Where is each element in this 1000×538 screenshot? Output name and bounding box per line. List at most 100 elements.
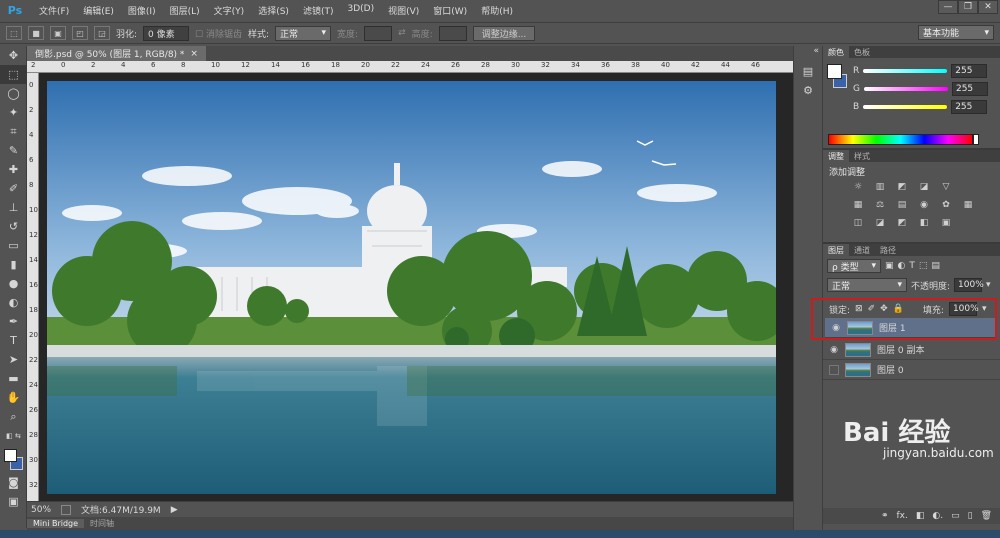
channel-slider-g[interactable] [863, 87, 948, 91]
gradient-tool-icon[interactable]: ▮ [0, 255, 27, 274]
status-menu-arrow-icon[interactable]: ▶ [171, 505, 178, 515]
tab-layers-0[interactable]: 图层 [823, 244, 849, 256]
fill-input[interactable]: 100% [948, 302, 979, 316]
refine-edge-button[interactable]: 调整边缘... [472, 25, 536, 41]
brush-tool-icon[interactable]: ✐ [0, 179, 27, 198]
menu-item-3[interactable]: 图层(L) [163, 4, 207, 17]
path-selection-tool-icon[interactable]: ➤ [0, 350, 27, 369]
pixel-filter-icon[interactable]: ▣ [885, 261, 894, 271]
antialias-checkbox[interactable]: ☐ 消除锯齿 [195, 27, 242, 40]
link-layers-icon[interactable]: ⚭ [881, 511, 889, 521]
bottom-tab-1[interactable]: 时间轴 [84, 518, 120, 529]
stamp-tool-icon[interactable]: ⊥ [0, 198, 27, 217]
minimize-icon[interactable]: — [938, 0, 958, 14]
pen-tool-icon[interactable]: ✒ [0, 312, 27, 331]
close-window-icon[interactable]: ✕ [978, 0, 998, 14]
feather-input[interactable]: 0 像素 [143, 25, 190, 41]
healing-tool-icon[interactable]: ✚ [0, 160, 27, 179]
layer-row[interactable]: ◉ 图层 1 [825, 318, 995, 338]
history-brush-tool-icon[interactable]: ↺ [0, 217, 27, 236]
adjustment-icon[interactable]: ▦ [961, 199, 975, 211]
white-swatch[interactable] [973, 134, 979, 145]
adjustment-icon[interactable]: ◪ [873, 217, 887, 229]
adjustment-icon[interactable]: ◧ [917, 217, 931, 229]
quick-mask-icon[interactable]: ◙ [0, 473, 27, 492]
default-colors-icon[interactable]: ◧ ⇆ [0, 426, 27, 445]
adjustment-icon[interactable]: ▣ [939, 217, 953, 229]
channel-slider-b[interactable] [863, 105, 948, 109]
eye-hidden-icon[interactable] [829, 364, 839, 375]
adjustment-icon[interactable]: ✿ [939, 199, 953, 211]
opacity-input[interactable]: 100% [954, 278, 984, 292]
new-adjustment-icon[interactable]: ◐. [932, 511, 943, 521]
lock-position-icon[interactable]: ✥ [880, 304, 888, 314]
workspace-select[interactable]: 基本功能 ▾ [918, 25, 994, 40]
add-mask-icon[interactable]: ◧ [916, 511, 925, 521]
adjustment-icon[interactable]: ▤ [895, 199, 909, 211]
menu-item-6[interactable]: 滤镜(T) [296, 4, 341, 17]
ruler-vertical[interactable]: 0 2 4 6 8 10 12 14 16 18 20 22 24 26 28 30 32 [27, 73, 39, 501]
hand-tool-icon[interactable]: ✋ [0, 388, 27, 407]
intersect-selection-icon[interactable]: ◲ [94, 26, 110, 40]
channel-value-g[interactable]: 255 [951, 82, 988, 96]
magic-wand-tool-icon[interactable]: ✦ [0, 103, 27, 122]
adjustment-icon[interactable]: ◉ [917, 199, 931, 211]
menu-item-4[interactable]: 文字(Y) [207, 4, 252, 17]
zoom-tool-icon[interactable]: ⌕ [0, 407, 27, 426]
layer-row[interactable]: 图层 0 [823, 360, 1000, 380]
shape-tool-icon[interactable]: ▬ [0, 369, 27, 388]
add-selection-icon[interactable]: ▣ [50, 26, 66, 40]
eraser-tool-icon[interactable]: ▭ [0, 236, 27, 255]
adjustment-icon[interactable]: ⚖ [873, 199, 887, 211]
adjustment-icon[interactable]: ◫ [851, 217, 865, 229]
adjustment-icon[interactable]: ◪ [917, 181, 931, 193]
color-spectrum-bar[interactable] [828, 134, 973, 145]
height-input[interactable] [438, 25, 467, 41]
screen-mode-icon[interactable]: ▣ [0, 492, 27, 511]
crop-tool-icon[interactable]: ⌗ [0, 122, 27, 141]
ruler-horizontal[interactable]: 2 0 2 4 6 8 10 12 14 16 18 20 22 24 26 28 30 32 34 36 38 40 42… [27, 61, 793, 73]
tab-color-1[interactable]: 色板 [849, 46, 875, 58]
close-icon[interactable]: × [190, 49, 198, 59]
adjustment-icon[interactable]: ☼ [851, 181, 865, 193]
tab-layers-2[interactable]: 路径 [875, 244, 901, 256]
move-tool-icon[interactable]: ✥ [0, 46, 27, 65]
marquee-preset-icon[interactable]: ⬚ [6, 26, 22, 40]
blur-tool-icon[interactable]: ● [0, 274, 27, 293]
eye-icon[interactable]: ◉ [831, 323, 841, 333]
chevron-down-icon[interactable]: ▾ [982, 304, 987, 314]
width-input[interactable] [364, 25, 393, 41]
channel-slider-r[interactable] [863, 69, 948, 73]
tab-color-0[interactable]: 颜色 [823, 46, 849, 58]
document-tab[interactable]: 倒影.psd @ 50% (图层 1, RGB/8) * × [27, 46, 206, 61]
trash-icon[interactable]: 🗑 [981, 511, 992, 521]
fx-icon[interactable]: fx. [897, 511, 908, 521]
lock-pixels-icon[interactable]: ✐ [868, 304, 876, 314]
lasso-tool-icon[interactable]: ◯ [0, 84, 27, 103]
style-select[interactable]: 正常 ▾ [275, 25, 332, 41]
shape-filter-icon[interactable]: ⬚ [919, 261, 928, 271]
new-group-icon[interactable]: ▭ [951, 511, 960, 521]
zoom-level[interactable]: 50% [31, 505, 51, 515]
eye-icon[interactable]: ◉ [829, 345, 839, 355]
menu-item-7[interactable]: 3D(D) [340, 4, 381, 17]
color-swatches[interactable] [0, 445, 26, 473]
new-selection-icon[interactable]: ■ [28, 26, 44, 40]
tab-adjust-0[interactable]: 调整 [823, 150, 849, 162]
chevron-down-icon[interactable]: ▾ [986, 280, 991, 290]
adjustment-icon[interactable]: ▥ [873, 181, 887, 193]
blend-mode-select[interactable]: 正常 ▾ [827, 278, 907, 292]
menu-item-9[interactable]: 窗口(W) [426, 4, 474, 17]
lock-transparency-icon[interactable]: ⊠ [855, 304, 863, 314]
menu-item-10[interactable]: 帮助(H) [474, 4, 520, 17]
document-canvas-image[interactable] [47, 81, 776, 494]
bottom-tab-0[interactable]: Mini Bridge [27, 519, 85, 528]
foreground-color-swatch[interactable] [4, 449, 17, 462]
lock-all-icon[interactable]: 🔒 [893, 304, 904, 314]
adjustment-icon[interactable]: ▦ [851, 199, 865, 211]
marquee-tool-icon[interactable]: ⬚ [0, 65, 27, 84]
status-info-icon[interactable] [61, 504, 72, 515]
channel-value-b[interactable]: 255 [951, 100, 988, 114]
restore-icon[interactable]: ❐ [958, 0, 978, 14]
layer-filter-select[interactable]: ρ 类型 ▾ [827, 259, 881, 273]
